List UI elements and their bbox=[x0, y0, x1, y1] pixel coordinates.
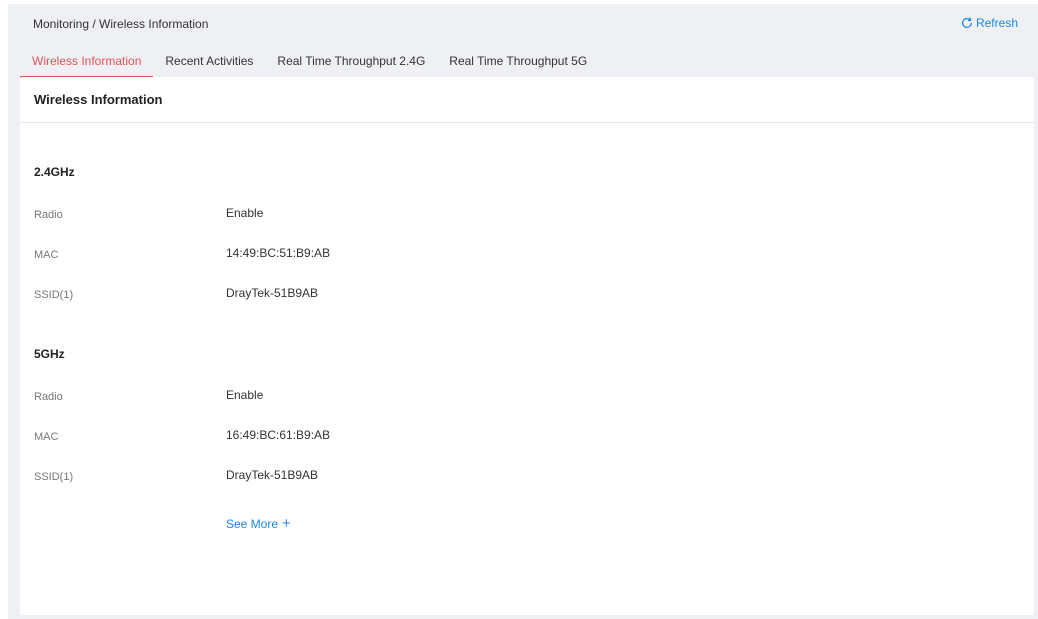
ssid-24-label: SSID(1) bbox=[34, 289, 74, 301]
tab-real-time-throughput-24g[interactable]: Real Time Throughput 2.4G bbox=[265, 48, 437, 76]
mac-5-value: 16:49:BC:61:B9:AB bbox=[226, 428, 331, 442]
section-5ghz-title: 5GHz bbox=[34, 347, 65, 361]
page-frame: Monitoring / Wireless Information Refres… bbox=[8, 4, 1038, 619]
wireless-info-panel: Wireless Information 2.4GHz Radio Enable… bbox=[20, 77, 1034, 615]
tab-real-time-throughput-5g[interactable]: Real Time Throughput 5G bbox=[437, 48, 599, 76]
mac-24-label: MAC bbox=[34, 249, 59, 261]
panel-title: Wireless Information bbox=[20, 77, 1034, 123]
ssid-5-value: DrayTek-51B9AB bbox=[226, 468, 319, 482]
ssid-5-label: SSID(1) bbox=[34, 471, 74, 483]
page-header: Monitoring / Wireless Information Refres… bbox=[8, 4, 1038, 44]
tab-bar: Wireless Information Recent Activities R… bbox=[20, 48, 599, 78]
radio-24-label: Radio bbox=[34, 209, 63, 221]
refresh-label: Refresh bbox=[975, 16, 1018, 30]
tab-recent-activities[interactable]: Recent Activities bbox=[153, 48, 265, 76]
see-more-link[interactable]: See More + bbox=[226, 515, 291, 532]
mac-24-value: 14:49:BC:51:B9:AB bbox=[226, 246, 331, 260]
radio-5-label: Radio bbox=[34, 391, 63, 403]
breadcrumb: Monitoring / Wireless Information bbox=[33, 17, 209, 31]
radio-24-value: Enable bbox=[226, 206, 264, 220]
tab-wireless-information[interactable]: Wireless Information bbox=[20, 48, 154, 78]
see-more-label: See More bbox=[226, 517, 279, 531]
ssid-24-value: DrayTek-51B9AB bbox=[226, 286, 319, 300]
mac-5-label: MAC bbox=[34, 431, 59, 443]
refresh-icon bbox=[961, 17, 972, 28]
refresh-button[interactable]: Refresh bbox=[960, 16, 1018, 30]
radio-5-value: Enable bbox=[226, 388, 264, 402]
section-2-4ghz-title: 2.4GHz bbox=[34, 165, 75, 179]
plus-icon: + bbox=[282, 515, 291, 532]
